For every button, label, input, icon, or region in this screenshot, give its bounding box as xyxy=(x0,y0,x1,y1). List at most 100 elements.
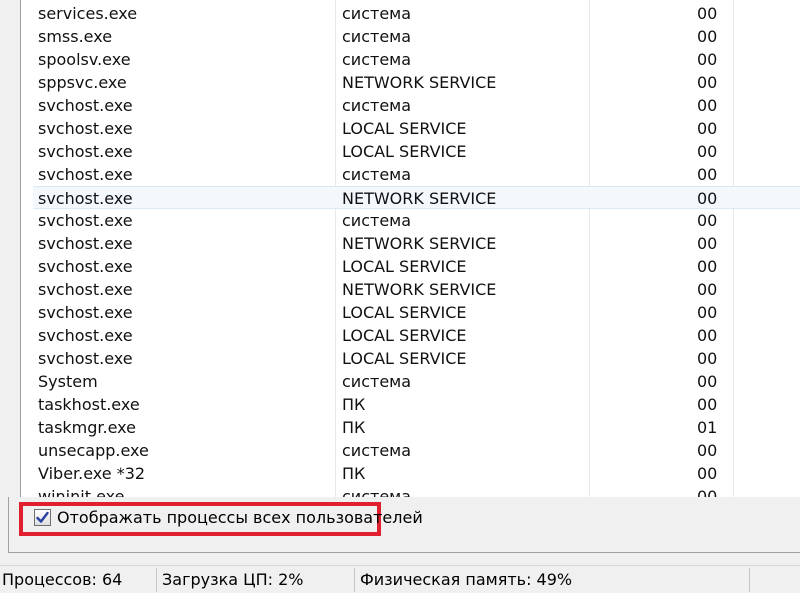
process-name: svchost.exe xyxy=(38,165,133,184)
process-cpu: 00 xyxy=(697,257,718,276)
process-cpu: 00 xyxy=(697,96,718,115)
process-cpu: 00 xyxy=(697,234,718,253)
status-process-count: Процессов: 64 xyxy=(2,570,123,589)
process-row[interactable]: Viber.exe *32 ПК 00 xyxy=(33,462,800,485)
process-cpu: 00 xyxy=(697,372,718,391)
process-row[interactable]: svchost.exe система 00 xyxy=(33,94,800,117)
process-row[interactable]: svchost.exe LOCAL SERVICE 00 xyxy=(33,255,800,278)
process-row[interactable]: System система 00 xyxy=(33,370,800,393)
process-row[interactable]: svchost.exe система 00 xyxy=(33,163,800,186)
process-name: svchost.exe xyxy=(38,280,133,299)
process-name: svchost.exe xyxy=(38,349,133,368)
process-user: LOCAL SERVICE xyxy=(342,349,467,368)
status-separator xyxy=(749,568,750,592)
process-cpu: 00 xyxy=(697,4,718,23)
process-row[interactable]: services.exe система 00 xyxy=(33,2,800,25)
process-user: NETWORK SERVICE xyxy=(342,234,497,253)
process-name: sppsvc.exe xyxy=(38,73,127,92)
process-name: System xyxy=(38,372,98,391)
process-cpu: 00 xyxy=(697,280,718,299)
process-name: taskhost.exe xyxy=(38,395,140,414)
process-row[interactable]: svchost.exe LOCAL SERVICE 00 xyxy=(33,140,800,163)
process-list[interactable]: services.exe система 00 smss.exe система 00 sp… xyxy=(20,0,800,497)
process-name: spoolsv.exe xyxy=(38,50,131,69)
process-row[interactable]: unsecapp.exe система 00 xyxy=(33,439,800,462)
process-row[interactable]: svchost.exe NETWORK SERVICE 00 xyxy=(33,232,800,255)
process-name: svchost.exe xyxy=(38,119,133,138)
process-user: NETWORK SERVICE xyxy=(342,73,497,92)
process-user: система xyxy=(342,4,412,23)
process-row[interactable]: svchost.exe LOCAL SERVICE 00 xyxy=(33,347,800,370)
status-bar: Процессов: 64 Загрузка ЦП: 2% Физическая… xyxy=(0,565,800,593)
process-cpu: 00 xyxy=(697,211,718,230)
process-cpu: 00 xyxy=(697,326,718,345)
process-cpu: 00 xyxy=(697,487,718,497)
process-name: services.exe xyxy=(38,4,138,23)
process-name: unsecapp.exe xyxy=(38,441,149,460)
task-manager-window: services.exe система 00 smss.exe система 00 sp… xyxy=(0,0,800,593)
status-cpu-load: Загрузка ЦП: 2% xyxy=(162,570,304,589)
process-row[interactable]: taskhost.exe ПК 00 xyxy=(33,393,800,416)
process-user: система xyxy=(342,96,412,115)
process-cpu: 00 xyxy=(697,165,718,184)
status-separator xyxy=(156,568,157,592)
process-name: wininit.exe xyxy=(38,487,125,497)
process-user: система xyxy=(342,165,412,184)
process-name: svchost.exe xyxy=(38,326,133,345)
process-user: ПК xyxy=(342,395,366,414)
process-name: svchost.exe xyxy=(38,142,133,161)
process-cpu: 00 xyxy=(697,303,718,322)
process-cpu: 00 xyxy=(697,349,718,368)
process-name: svchost.exe xyxy=(38,234,133,253)
process-row[interactable]: svchost.exe система 00 xyxy=(33,209,800,232)
process-cpu: 01 xyxy=(697,418,718,437)
process-cpu: 00 xyxy=(697,50,718,69)
show-all-users-checkbox[interactable] xyxy=(34,509,51,526)
process-cpu: 00 xyxy=(697,464,718,483)
process-user: LOCAL SERVICE xyxy=(342,119,467,138)
process-row[interactable]: sppsvc.exe NETWORK SERVICE 00 xyxy=(33,71,800,94)
process-user: LOCAL SERVICE xyxy=(342,303,467,322)
process-name: svchost.exe xyxy=(38,189,133,208)
process-name: Viber.exe *32 xyxy=(38,464,146,483)
process-row[interactable]: svchost.exe NETWORK SERVICE 00 xyxy=(33,278,800,301)
checkmark-icon xyxy=(36,511,49,523)
process-user: система xyxy=(342,372,412,391)
process-user: LOCAL SERVICE xyxy=(342,142,467,161)
process-user: LOCAL SERVICE xyxy=(342,326,467,345)
process-user: система xyxy=(342,27,412,46)
process-row[interactable]: spoolsv.exe система 00 xyxy=(33,48,800,71)
process-user: система xyxy=(342,50,412,69)
process-row[interactable]: svchost.exe LOCAL SERVICE 00 xyxy=(33,324,800,347)
process-user: система xyxy=(342,441,412,460)
status-physical-memory: Физическая память: 49% xyxy=(360,570,573,589)
process-cpu: 00 xyxy=(697,119,718,138)
process-row[interactable]: smss.exe система 00 xyxy=(33,25,800,48)
process-cpu: 00 xyxy=(697,142,718,161)
process-cpu: 00 xyxy=(697,73,718,92)
process-user: система xyxy=(342,487,412,497)
process-name: svchost.exe xyxy=(38,257,133,276)
process-user: система xyxy=(342,211,412,230)
show-all-users-label[interactable]: Отображать процессы всех пользователей xyxy=(57,508,423,528)
process-user: ПК xyxy=(342,464,366,483)
process-cpu: 00 xyxy=(697,27,718,46)
process-name: svchost.exe xyxy=(38,96,133,115)
process-row[interactable]: svchost.exe LOCAL SERVICE 00 xyxy=(33,117,800,140)
process-name: svchost.exe xyxy=(38,211,133,230)
process-user: NETWORK SERVICE xyxy=(342,280,497,299)
process-row[interactable]: taskmgr.exe ПК 01 xyxy=(33,416,800,439)
process-row[interactable]: svchost.exe NETWORK SERVICE 00 xyxy=(33,186,800,209)
process-row[interactable]: wininit.exe система 00 xyxy=(33,485,800,497)
process-cpu: 00 xyxy=(697,189,718,208)
process-user: NETWORK SERVICE xyxy=(342,189,497,208)
status-separator xyxy=(354,568,355,592)
process-user: ПК xyxy=(342,418,366,437)
process-row[interactable]: svchost.exe LOCAL SERVICE 00 xyxy=(33,301,800,324)
process-name: smss.exe xyxy=(38,27,113,46)
process-name: svchost.exe xyxy=(38,303,133,322)
process-name: taskmgr.exe xyxy=(38,418,136,437)
process-cpu: 00 xyxy=(697,395,718,414)
process-user: LOCAL SERVICE xyxy=(342,257,467,276)
process-cpu: 00 xyxy=(697,441,718,460)
